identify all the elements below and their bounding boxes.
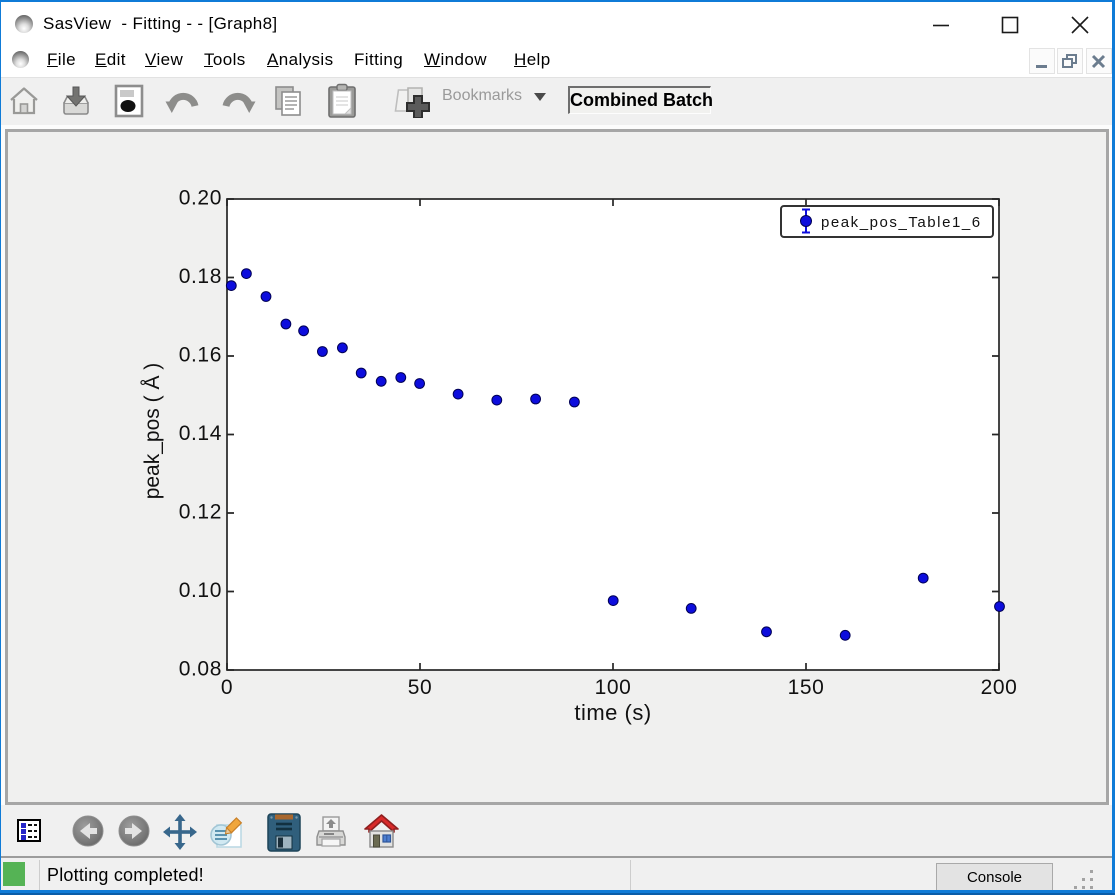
svg-text:50: 50 [408,676,433,699]
svg-text:200: 200 [981,676,1018,699]
svg-text:0.16: 0.16 [179,344,222,367]
svg-text:peak_pos_Table1_6: peak_pos_Table1_6 [821,214,982,231]
svg-text:0.10: 0.10 [179,579,222,602]
svg-text:0.20: 0.20 [179,187,222,210]
svg-text:peak_pos ( Å ): peak_pos ( Å ) [141,363,164,500]
svg-text:0.14: 0.14 [179,422,222,445]
svg-text:0.12: 0.12 [179,501,222,524]
svg-text:100: 100 [595,676,632,699]
svg-text:0.18: 0.18 [179,265,222,288]
svg-text:0: 0 [221,676,233,699]
svg-text:150: 150 [788,676,825,699]
svg-text:time (s): time (s) [574,700,651,725]
svg-text:0.08: 0.08 [179,658,222,681]
